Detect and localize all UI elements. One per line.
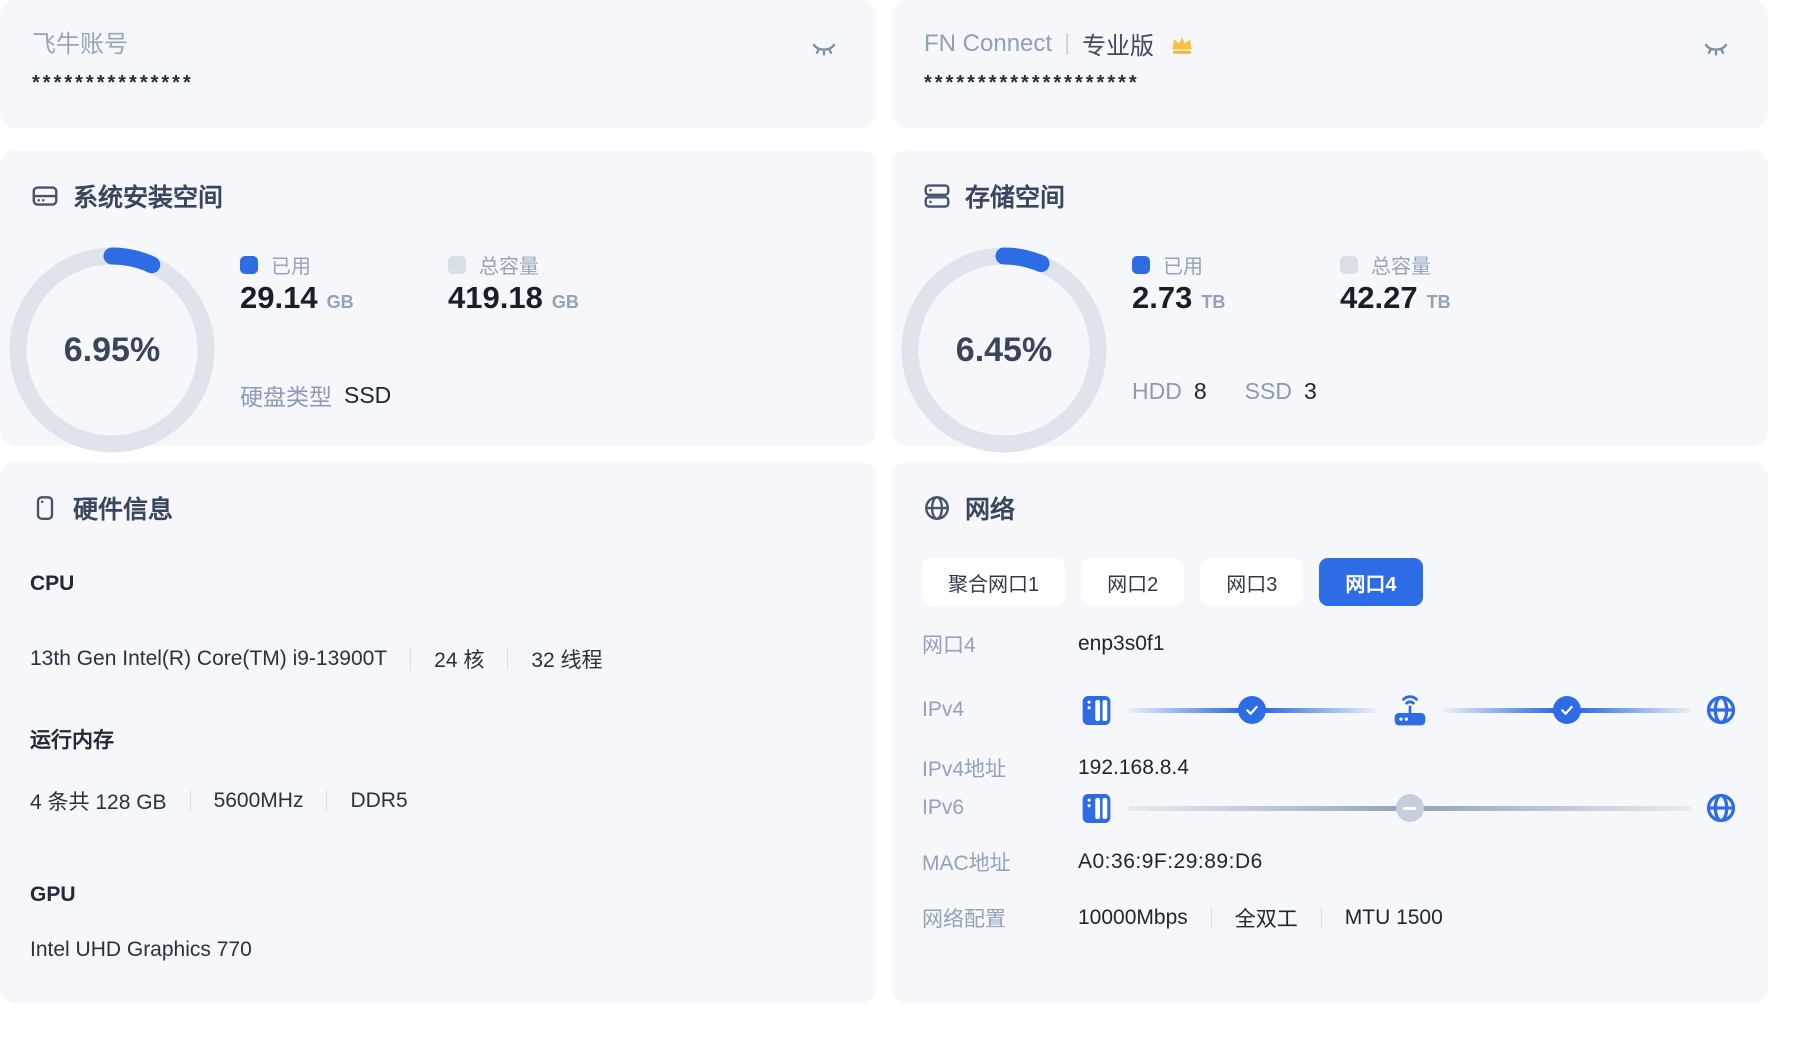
total-swatch (1340, 256, 1358, 274)
cpu-cores: 24 核 (434, 644, 484, 674)
ipv4-address-row: IPv4地址 192.168.8.4 (922, 748, 1738, 788)
memory-type: DDR5 (350, 789, 407, 813)
used-value: 29.14 GB (240, 280, 354, 316)
used-swatch (1132, 256, 1150, 274)
total-legend: 总容量 (1340, 250, 1431, 279)
fn-connect-header: FN Connect 专业版 (924, 26, 1196, 61)
duplex-mode: 全双工 (1235, 903, 1298, 933)
internet-globe-icon (1704, 791, 1738, 825)
ipv6-status-row: IPv6 (922, 788, 1738, 828)
mac-address-row: MAC地址 A0:36:9F:29:89:D6 (922, 842, 1738, 882)
tab-port-4[interactable]: 网口4 (1319, 558, 1422, 606)
device-icon (30, 493, 60, 523)
gpu-heading: GPU (30, 883, 76, 907)
cpu-heading: CPU (30, 572, 74, 596)
used-legend: 已用 (240, 250, 311, 279)
divider (1211, 907, 1212, 929)
link-segment (1128, 806, 1691, 811)
system-space-title: 系统安装空间 (30, 178, 223, 214)
cpu-info-row: 13th Gen Intel(R) Core(TM) i9-13900T 24 … (30, 644, 603, 674)
system-usage-percent: 6.95% (7, 245, 217, 455)
internet-globe-icon (1704, 693, 1738, 727)
ipv6-connectivity-diagram (1078, 790, 1738, 827)
disk-type-row: 硬盘类型 SSD (240, 378, 391, 412)
hard-drive-icon (30, 181, 60, 211)
used-swatch (240, 256, 258, 274)
account-card: 飞牛账号 *************** (0, 0, 876, 128)
link-speed: 10000Mbps (1078, 906, 1188, 930)
network-title: 网络 (922, 490, 1015, 526)
mtu-value: MTU 1500 (1345, 906, 1443, 930)
system-space-card: 系统安装空间 6.95% 已用 29.14 GB 总容量 419.18 GB 硬… (0, 150, 876, 446)
router-icon (1390, 690, 1430, 730)
divider (1321, 907, 1322, 929)
memory-info-row: 4 条共 128 GB 5600MHz DDR5 (30, 786, 408, 816)
port-tabs: 聚合网口1 网口2 网口3 网口4 (922, 558, 1423, 606)
connected-check-icon (1238, 696, 1266, 724)
disconnected-dot-icon (1396, 794, 1424, 822)
total-value: 419.18 GB (448, 280, 579, 316)
divider (1066, 33, 1068, 55)
account-masked-value: *************** (32, 72, 194, 95)
memory-summary: 4 条共 128 GB (30, 786, 167, 816)
eye-closed-icon[interactable] (1698, 30, 1734, 66)
gpu-info-row: Intel UHD Graphics 770 (30, 938, 252, 962)
memory-speed: 5600MHz (214, 789, 304, 813)
hardware-info-title: 硬件信息 (30, 490, 173, 526)
cpu-threads: 32 线程 (531, 644, 602, 674)
eye-closed-icon[interactable] (806, 30, 842, 66)
cpu-model: 13th Gen Intel(R) Core(TM) i9-13900T (30, 647, 387, 671)
nas-icon (1078, 790, 1115, 827)
port-interface-name: enp3s0f1 (1078, 632, 1164, 656)
system-usage-donut: 6.95% (7, 245, 217, 455)
memory-heading: 运行内存 (30, 724, 114, 754)
storage-stack-icon (922, 181, 952, 211)
connected-check-icon (1553, 696, 1581, 724)
tab-port-2[interactable]: 网口2 (1081, 558, 1184, 606)
crown-icon (1168, 31, 1196, 57)
account-label: 飞牛账号 (32, 24, 128, 59)
ipv4-connectivity-diagram (1078, 690, 1738, 730)
plan-label: 专业版 (1082, 26, 1154, 61)
ipv4-status-row: IPv4 (922, 690, 1738, 730)
link-segment (1128, 708, 1377, 713)
divider (190, 790, 191, 812)
total-swatch (448, 256, 466, 274)
network-card: 网络 聚合网口1 网口2 网口3 网口4 网口4 enp3s0f1 IPv4 (892, 462, 1768, 1003)
fn-connect-card: FN Connect 专业版 ******************** (892, 0, 1768, 128)
link-segment (1443, 708, 1692, 713)
tab-port-3[interactable]: 网口3 (1200, 558, 1303, 606)
hardware-info-card: 硬件信息 CPU 13th Gen Intel(R) Core(TM) i9-1… (0, 462, 876, 1003)
storage-space-card: 存储空间 6.45% 已用 2.73 TB 总容量 42.27 TB HDD 8 (892, 150, 1768, 446)
network-config-row: 网络配置 10000Mbps 全双工 MTU 1500 (922, 898, 1738, 938)
divider (507, 648, 508, 670)
dashboard-page: 飞牛账号 *************** FN Connect 专业版 *** (0, 0, 1800, 1046)
port-name-row: 网口4 enp3s0f1 (922, 624, 1738, 664)
used-legend: 已用 (1132, 250, 1203, 279)
total-value: 42.27 TB (1340, 280, 1451, 316)
fn-connect-masked-value: ******************** (924, 72, 1140, 95)
total-legend: 总容量 (448, 250, 539, 279)
gpu-model: Intel UHD Graphics 770 (30, 938, 252, 962)
mac-address: A0:36:9F:29:89:D6 (1078, 850, 1263, 874)
fn-connect-brand: FN Connect (924, 30, 1052, 58)
tab-aggregate-port-1[interactable]: 聚合网口1 (922, 558, 1065, 606)
divider (326, 790, 327, 812)
storage-space-title: 存储空间 (922, 178, 1065, 214)
ipv4-address: 192.168.8.4 (1078, 756, 1189, 780)
globe-icon (922, 493, 952, 523)
storage-usage-donut: 6.45% (899, 245, 1109, 455)
used-value: 2.73 TB (1132, 280, 1225, 316)
disk-count-row: HDD 8 SSD 3 (1132, 378, 1317, 405)
nas-icon (1078, 692, 1115, 729)
divider (410, 648, 411, 670)
storage-usage-percent: 6.45% (899, 245, 1109, 455)
